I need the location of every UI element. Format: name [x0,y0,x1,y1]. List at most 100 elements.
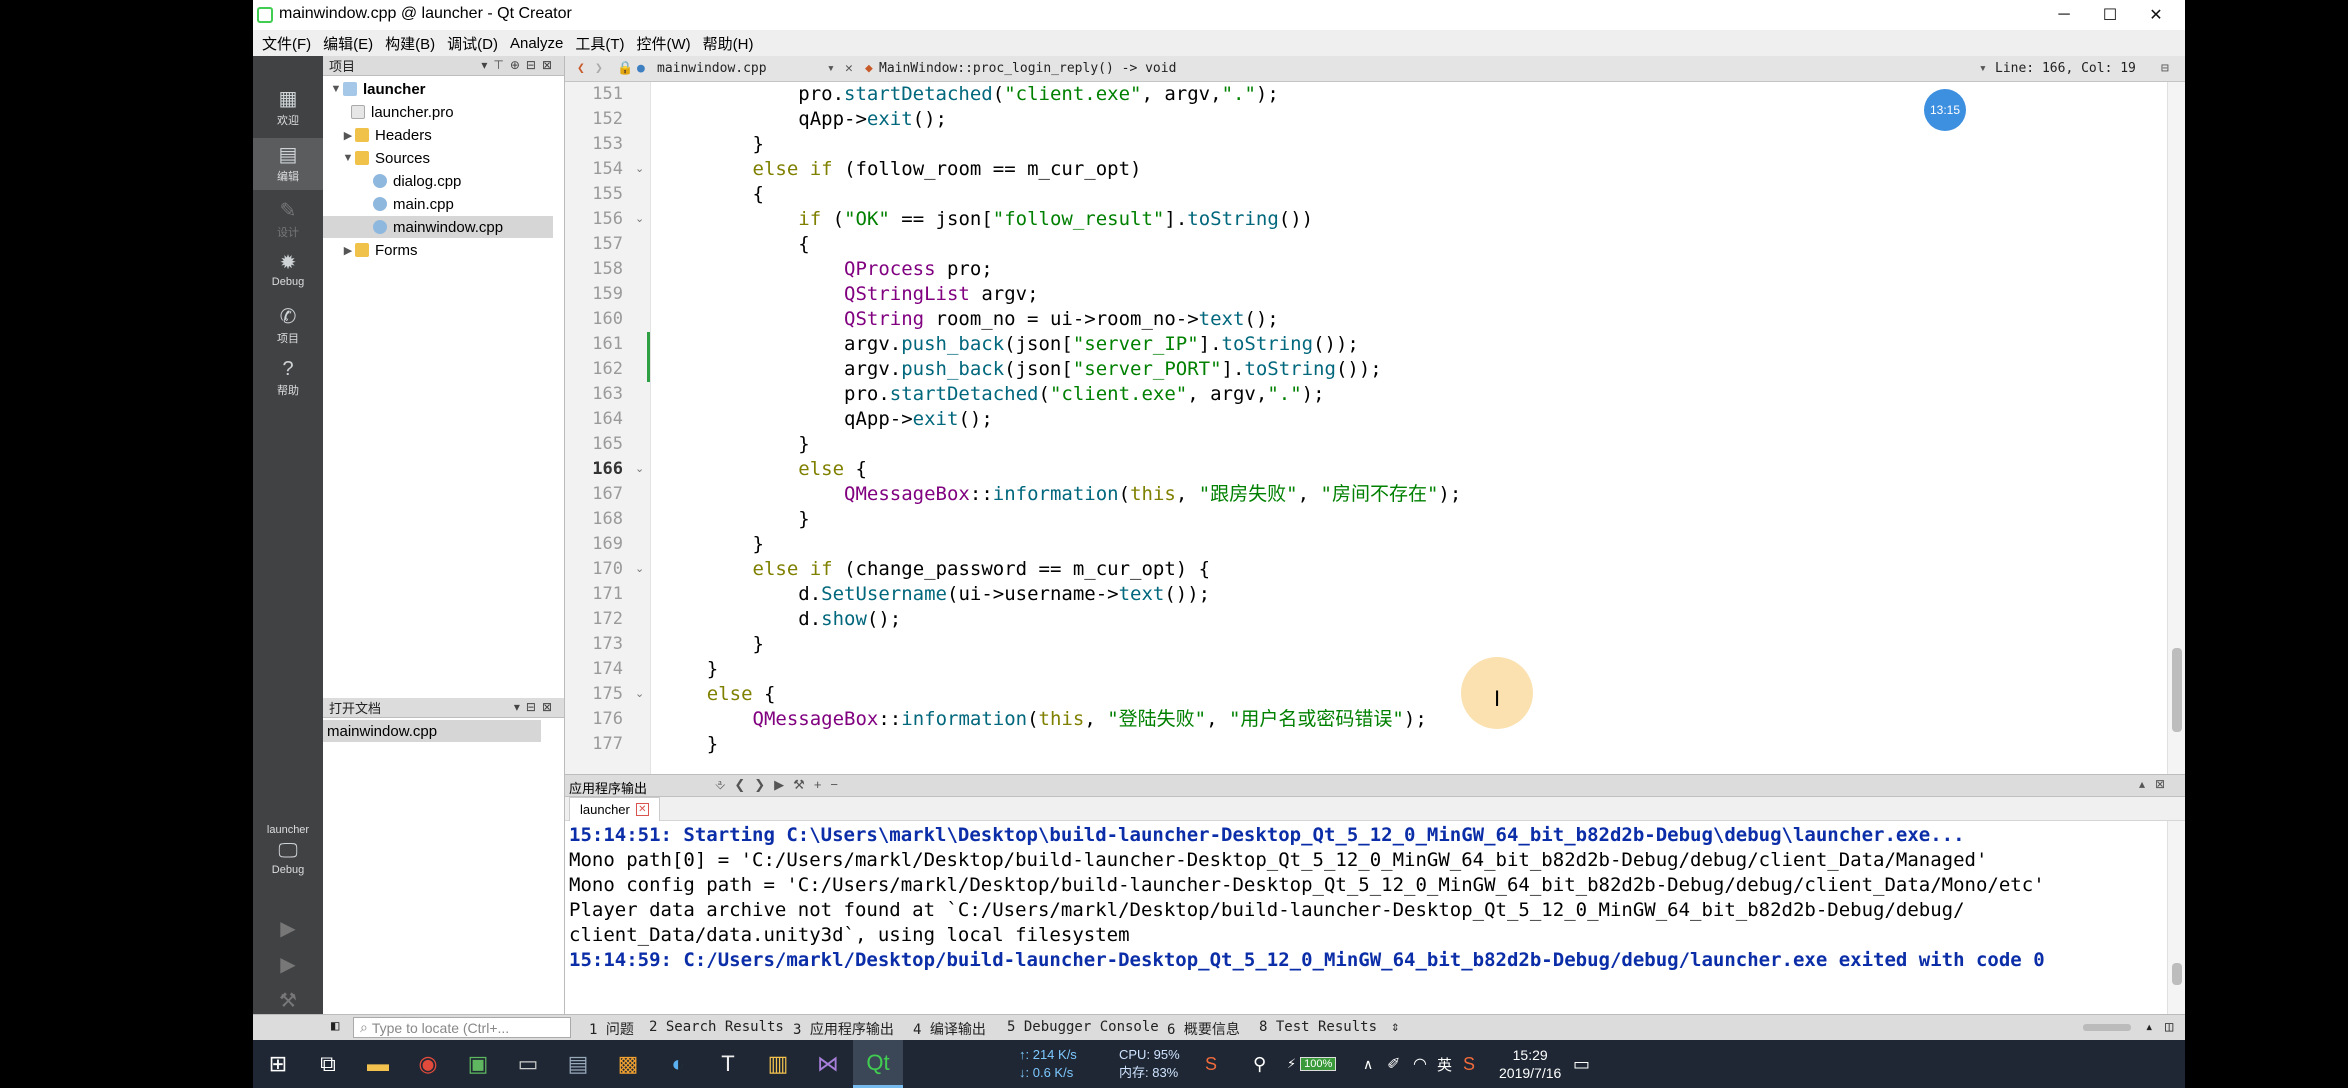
sidebar-toggle-icon[interactable]: ◧ [331,1018,339,1034]
taskbar-app-blue[interactable]: ◐ [653,1040,703,1088]
output-scrollbar[interactable] [2167,821,2185,1015]
tree-item-mainwindow-cpp[interactable]: mainwindow.cpp [323,216,553,238]
pane-general-messages[interactable]: 6 概要信息 [1167,1019,1240,1039]
chevron-down-icon[interactable]: ▾ [827,61,835,76]
editor-scrollbar[interactable] [2167,82,2185,774]
taskbar-qt-creator[interactable]: Qt [853,1040,903,1088]
code-line[interactable]: } [661,657,718,682]
scrollbar-thumb[interactable] [2172,963,2182,985]
menu-file[interactable]: 文件(F) [259,33,320,54]
code-line[interactable]: QProcess pro; [661,257,993,282]
back-arrow-icon[interactable]: ❮ [577,61,585,76]
menu-help[interactable]: 帮助(H) [700,33,763,54]
mode-debug[interactable]: ✹ Debug [253,252,323,288]
chevron-down-icon[interactable]: ▾ [1979,61,1987,76]
tree-item-launcher[interactable]: ▼ launcher [323,78,426,100]
code-line[interactable]: qApp->exit(); [661,107,947,132]
code-line[interactable]: d.SetUsername(ui->username->text()); [661,582,1210,607]
panel-tools-icon[interactable]: ▾⊤⊕⊟⊠ [481,58,558,72]
code-line[interactable]: else { [661,457,867,482]
notification-icon[interactable]: ▭ [1573,1040,1590,1088]
panel-tools-icon[interactable]: ▾⊟⊠ [514,700,558,714]
pane-app-output[interactable]: 3 应用程序输出 [793,1019,894,1039]
menu-debug[interactable]: 调试(D) [444,33,507,54]
taskbar-app-orange[interactable]: ▩ [603,1040,653,1088]
code-line[interactable]: { [661,182,764,207]
people-icon[interactable]: ⚲ [1253,1040,1266,1088]
taskbar-file-explorer[interactable]: ▬ [353,1040,403,1088]
code-line[interactable]: QMessageBox::information(this, "跟房失败", "… [661,482,1461,507]
code-line[interactable]: } [661,732,718,757]
open-doc-item[interactable]: mainwindow.cpp [323,720,541,742]
tree-item-main-cpp[interactable]: main.cpp [323,193,454,215]
code-line[interactable]: } [661,132,764,157]
forward-arrow-icon[interactable]: ❯ [595,61,603,76]
code-line[interactable]: else if (follow_room == m_cur_opt) [661,157,1142,182]
code-line[interactable]: argv.push_back(json["server_IP"].toStrin… [661,332,1359,357]
split-icon[interactable]: ◫ [2165,1019,2173,1035]
split-icon[interactable]: ⊟ [2161,61,2169,76]
pen-tray-icon[interactable]: ✐ [1387,1040,1400,1088]
code-line[interactable]: pro.startDetached("client.exe", argv,"."… [661,382,1325,407]
tree-item-dialog-cpp[interactable]: dialog.cpp [323,170,461,192]
tree-item-headers[interactable]: ▶ Headers [323,124,432,146]
pane-switch-icon[interactable]: ⇕ [1391,1019,1399,1035]
kit-selector[interactable]: launcher 🖵 Debug [253,824,323,876]
code-line[interactable]: qApp->exit(); [661,407,993,432]
run-button[interactable]: ▶ [253,918,323,942]
code-line[interactable]: else { [661,682,776,707]
ime-indicator[interactable]: 英 [1437,1040,1452,1088]
code-line[interactable]: QStringList argv; [661,282,1038,307]
symbol-dropdown[interactable]: MainWindow::proc_login_reply() -> void [879,61,1176,76]
fold-chevron-icon[interactable]: ⌄ [635,207,644,232]
task-view-button[interactable]: ⧉ [303,1040,353,1088]
sogou-icon[interactable]: S [1205,1040,1217,1088]
locator-input[interactable]: ⌕ Type to locate (Ctrl+... [353,1017,571,1038]
mode-projects[interactable]: ✆ 项目 [253,306,323,346]
fold-chevron-icon[interactable]: ⌄ [635,457,644,482]
mode-welcome[interactable]: ▦ 欢迎 [253,88,323,128]
clock[interactable]: 15:29 2019/7/16 [1499,1040,1561,1088]
close-tab-icon[interactable]: ✕ [635,803,649,816]
mode-design[interactable]: ✎ 设计 [253,200,323,240]
maximize-pane-icon[interactable]: ▴⊠ [2139,777,2175,791]
mode-edit[interactable]: ▤ 编辑 [253,138,323,190]
taskbar-chrome[interactable]: ◉ [403,1040,453,1088]
code-line[interactable]: d.show(); [661,607,901,632]
fold-chevron-icon[interactable]: ⌄ [635,682,644,707]
code-line[interactable]: } [661,432,809,457]
tree-item-launcher-pro[interactable]: launcher.pro [323,101,454,123]
code-line[interactable]: { [661,232,809,257]
output-text[interactable]: 15:14:51: Starting C:\Users\markl\Deskto… [565,823,2165,1013]
pane-issues[interactable]: 1 问题 [589,1019,634,1039]
pane-test-results[interactable]: 8 Test Results [1259,1019,1377,1035]
collapsed-triangle-icon[interactable]: ▶ [341,129,355,142]
taskbar-visual-studio[interactable]: ⋈ [803,1040,853,1088]
code-line[interactable]: argv.push_back(json["server_PORT"].toStr… [661,357,1382,382]
code-line[interactable]: } [661,507,809,532]
taskbar-powershell[interactable]: ▤ [553,1040,603,1088]
sogou-tray-icon[interactable]: S [1463,1040,1475,1088]
close-document-icon[interactable]: ✕ [845,61,853,76]
code-area[interactable]: pro.startDetached("client.exe", argv,"."… [655,82,2165,774]
taskbar-typora[interactable]: T [703,1040,753,1088]
build-button[interactable]: ⚒ [253,990,323,1014]
menu-analyze[interactable]: Analyze [507,35,572,52]
expand-triangle-icon[interactable]: ▼ [341,152,355,164]
battery-indicator[interactable]: ⚡ 100% [1287,1040,1337,1088]
code-line[interactable]: pro.startDetached("client.exe", argv,"."… [661,82,1279,107]
code-line[interactable]: QMessageBox::information(this, "登陆失败", "… [661,707,1427,732]
minimize-button[interactable]: ─ [2041,0,2087,30]
debug-run-button[interactable]: ▶ [253,954,323,978]
tree-item-forms[interactable]: ▶ Forms [323,239,418,261]
code-line[interactable]: } [661,632,764,657]
close-button[interactable]: ✕ [2133,0,2179,30]
start-button[interactable]: ⊞ [253,1040,303,1088]
taskbar-editor-app[interactable]: ▣ [453,1040,503,1088]
pane-debugger-console[interactable]: 5 Debugger Console [1007,1019,1159,1035]
fold-chevron-icon[interactable]: ⌄ [635,557,644,582]
output-tab-launcher[interactable]: launcher ✕ [569,797,660,821]
expand-triangle-icon[interactable]: ▼ [329,83,343,95]
chevron-up-icon[interactable]: ∧ [1363,1040,1373,1088]
open-file-dropdown[interactable]: mainwindow.cpp [657,61,767,76]
